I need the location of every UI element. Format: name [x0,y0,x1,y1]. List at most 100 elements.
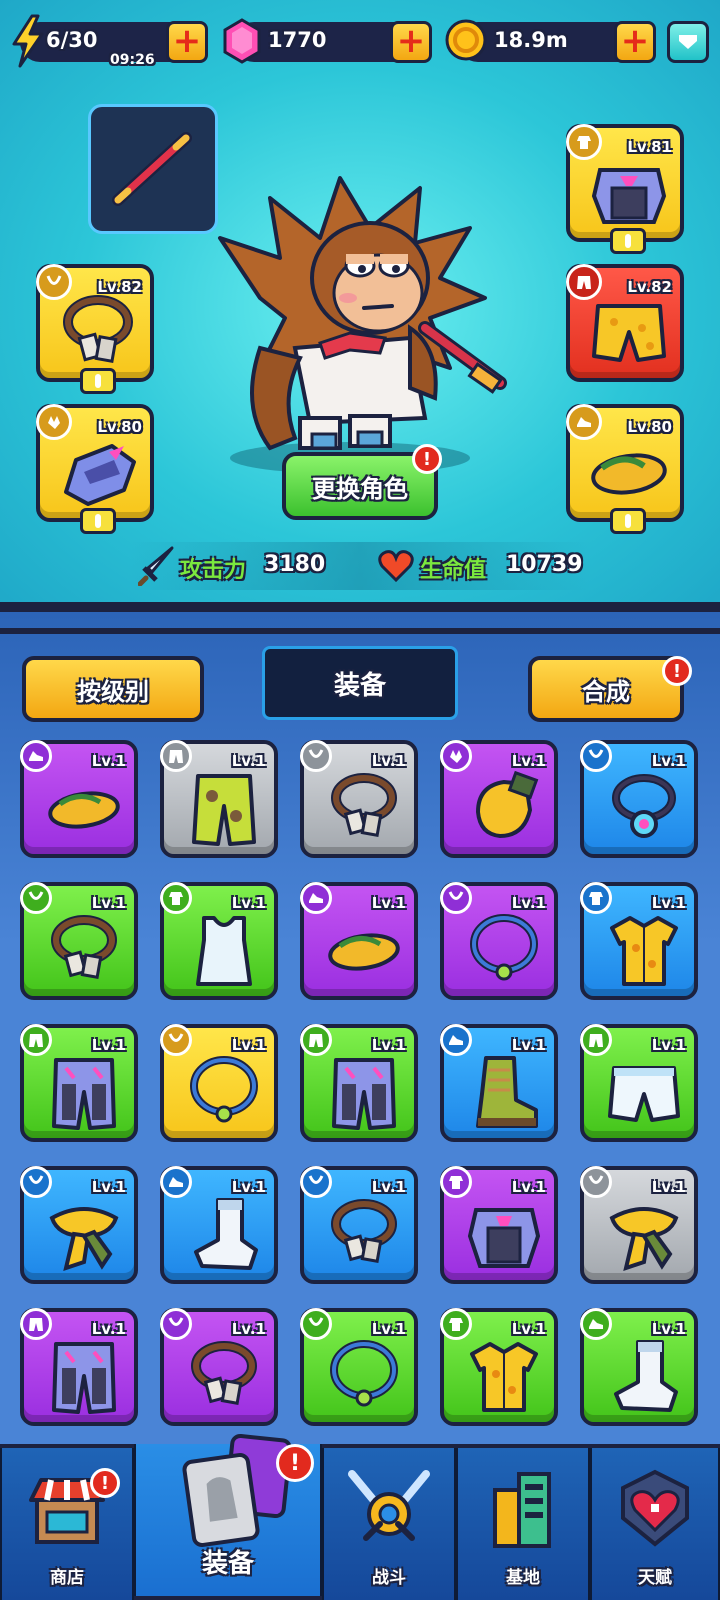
sort-by-level-button[interactable]: 按级别 [22,656,204,722]
inventory-item[interactable]: Lv.1 [300,740,418,858]
mech-armor-icon [591,168,667,224]
item-level: Lv.1 [231,894,266,912]
mech-armor-icon [467,1208,541,1268]
talent-heart-icon [621,1469,689,1547]
inventory-item[interactable]: Lv.1 [300,1308,418,1426]
scarf-icon [49,1207,119,1272]
pants-icon [20,1308,52,1340]
necklace-icon [20,882,52,914]
item-level: Lv.1 [371,752,406,770]
inventory-item[interactable]: Lv.1 [20,1166,138,1284]
equipped-shoes-slot[interactable]: Lv.80 [566,404,684,534]
inventory-item[interactable]: Lv.1 [300,882,418,1000]
boot-icon [476,1056,538,1128]
nav-equip[interactable]: 装备 ! [134,1433,322,1596]
item-level: Lv.1 [371,1178,406,1196]
armor-icon [440,1308,472,1340]
gem-necklace-icon [612,774,676,838]
inventory-item[interactable]: Lv.1 [440,1308,558,1426]
pants-icon [580,1024,612,1056]
item-level: Lv.1 [91,1036,126,1054]
add-gems-button[interactable]: + [390,21,432,63]
armor-icon [440,1166,472,1198]
inventory-item[interactable]: Lv.1 [300,1024,418,1142]
armor-icon [580,882,612,914]
inventory-item[interactable]: Lv.1 [20,1024,138,1142]
downgrade-arrow[interactable] [80,368,116,394]
merge-button[interactable]: 合成 [528,656,684,722]
ring-necklace-icon [470,914,538,981]
hp-label: 生命值 [420,558,487,583]
downgrade-arrow[interactable] [80,508,116,534]
shorts-icon [592,304,666,362]
gem-icon [223,18,261,64]
item-level: Lv.1 [231,1036,266,1054]
equipped-pants-slot[interactable]: Lv.82 [566,264,684,382]
inventory-item[interactable]: Lv.1 [580,1024,698,1142]
sock-icon [614,1340,678,1412]
downgrade-arrow[interactable] [610,508,646,534]
equipped-glove-slot[interactable]: Lv.80 [36,404,154,534]
ribbon-button[interactable] [667,21,709,63]
inventory-item[interactable]: Lv.1 [160,1166,278,1284]
dogtag-icon [51,915,117,979]
nav-battle[interactable]: 战斗 [322,1448,456,1600]
attack-value: 3180 [264,552,326,577]
dogtag-necklace-icon [63,295,133,363]
downgrade-arrow[interactable] [610,228,646,254]
inventory-item[interactable]: Lv.1 [160,882,278,1000]
shoes-icon [300,882,332,914]
nav-talent[interactable]: 天赋 [590,1448,720,1600]
inventory-item[interactable]: Lv.1 [440,882,558,1000]
hawaii-shirt-icon [470,1342,538,1412]
panel-divider [0,628,720,634]
monkey-hero [218,176,507,474]
inventory-item[interactable]: Lv.1 [580,1308,698,1426]
armor-icon [160,882,192,914]
nav-base[interactable]: 基地 [456,1448,590,1600]
ring-necklace-icon [330,1340,398,1407]
inventory-item[interactable]: Lv.1 [300,1166,418,1284]
necklace-icon [160,1308,192,1340]
inventory-item[interactable]: Lv.1 [160,1308,278,1426]
inventory-item[interactable]: Lv.1 [160,1024,278,1142]
equipped-armor-slot[interactable]: Lv.81 [566,124,684,254]
pants-icon [160,740,192,772]
add-coins-button[interactable]: + [614,21,656,63]
inventory-item[interactable]: Lv.1 [440,1166,558,1284]
ring-necklace-icon [190,1056,258,1123]
sword-icon [138,546,174,586]
inventory-item[interactable]: Lv.1 [580,740,698,858]
inventory-item[interactable]: Lv.1 [20,1308,138,1426]
item-level: Lv.1 [651,894,686,912]
glove-icon [475,770,539,839]
inventory-item[interactable]: Lv.1 [20,882,138,1000]
item-level: Lv.1 [91,752,126,770]
plus-icon: + [396,20,426,61]
mech-pants-icon [52,1058,116,1130]
item-level: Lv.1 [231,752,266,770]
inventory-item[interactable]: Lv.1 [580,1166,698,1284]
hero-area: 6/30 09:26 + 1770 + 18.9m + Lv.82 Lv.80 … [0,0,720,612]
equipped-necklace-slot[interactable]: Lv.82 [36,264,154,394]
inventory-item[interactable]: Lv.1 [160,740,278,858]
inventory-item[interactable]: Lv.1 [20,740,138,858]
item-level: Lv.1 [231,1320,266,1338]
add-energy-button[interactable]: + [166,21,208,63]
item-level: Lv.1 [371,894,406,912]
nav-equip-label: 装备 [201,1549,254,1579]
inventory-item[interactable]: Lv.1 [440,1024,558,1142]
dogtag-icon [191,1341,257,1405]
necklace-icon [160,1024,192,1056]
shorts-icon [608,1066,680,1122]
necklace-icon [300,1308,332,1340]
nav-shop[interactable]: 商店 ! [0,1448,134,1600]
inventory-item[interactable]: Lv.1 [580,882,698,1000]
necklace-icon [580,1166,612,1198]
inventory-item[interactable]: Lv.1 [440,740,558,858]
gems-value: 1770 [268,28,327,52]
weapon-slot[interactable] [88,104,218,234]
item-level: Lv.1 [231,1178,266,1196]
coin-icon [445,19,487,61]
tank-top-icon [196,916,252,986]
